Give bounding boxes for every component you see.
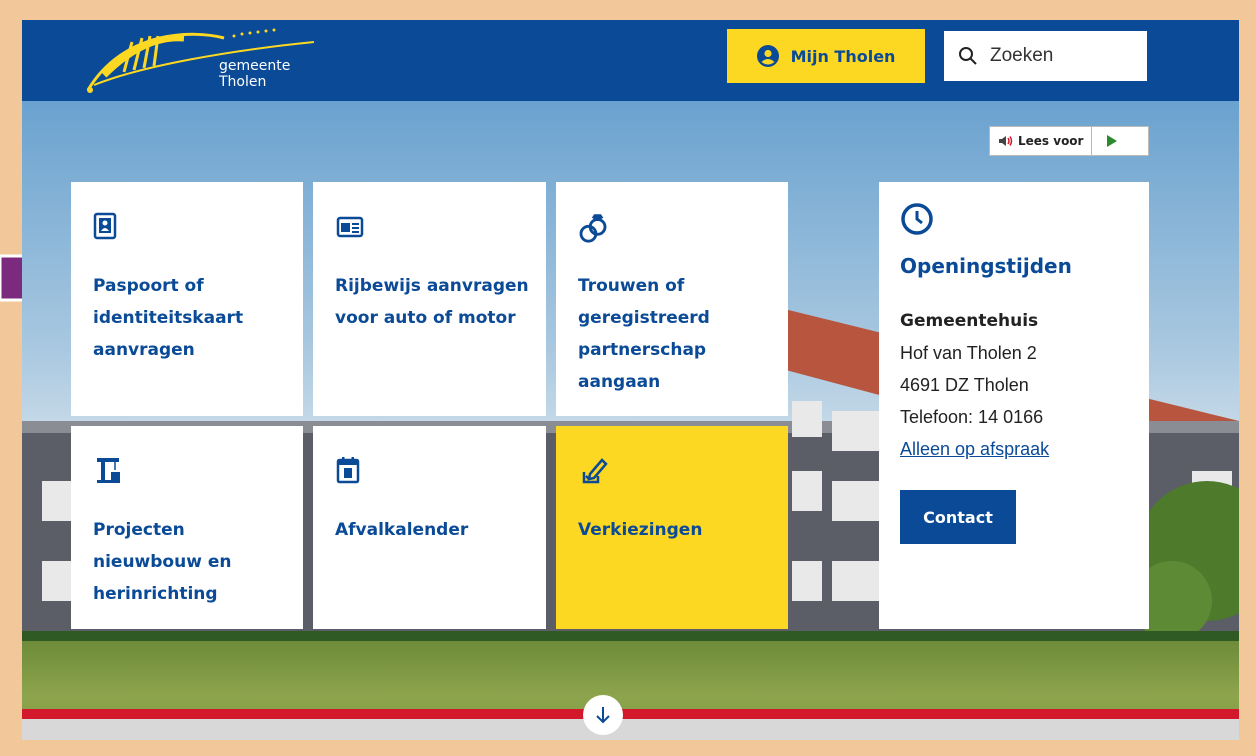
browser-frame: gemeente Tholen Mijn Tholen Zoeken Lees … [22, 20, 1239, 740]
id-card-icon [336, 216, 364, 238]
tile-title: Paspoort of identiteitskaart aanvragen [93, 276, 244, 360]
crane-icon [97, 458, 120, 483]
footer-red-line [22, 709, 1239, 719]
play-button[interactable] [1092, 127, 1132, 155]
tile-title: Rijbewijs aanvragen voor auto of motor [335, 276, 529, 328]
tile-title: Trouwen of geregistreerd partnerschap aa… [578, 276, 710, 392]
search-input[interactable] [990, 45, 1130, 67]
address-line-2: 4691 DZ Tholen [900, 375, 1029, 395]
search-box[interactable] [944, 31, 1147, 81]
rings-icon [579, 214, 607, 243]
search-icon[interactable] [958, 46, 978, 66]
tile-afvalkalender[interactable]: Afvalkalender [313, 426, 546, 629]
tile-trouwen[interactable]: Trouwen of geregistreerd partnerschap aa… [556, 182, 788, 416]
mijn-tholen-label: Mijn Tholen [790, 46, 896, 66]
appointment-link[interactable]: Alleen op afspraak [900, 439, 1049, 459]
ballot-icon [582, 458, 608, 484]
contact-info: Gemeentehuis Hof van Tholen 2 4691 DZ Th… [900, 304, 1049, 465]
speaker-icon [999, 136, 1013, 146]
read-aloud-label: Lees voor [1018, 134, 1084, 148]
calendar-icon [336, 457, 360, 484]
phone-number: Telefoon: 14 0166 [900, 407, 1044, 427]
contact-button[interactable]: Contact [900, 490, 1016, 544]
tile-paspoort[interactable]: Paspoort of identiteitskaart aanvragen [71, 182, 303, 416]
site-header: gemeente Tholen Mijn Tholen [22, 20, 1239, 101]
address-line-1: Hof van Tholen 2 [900, 343, 1037, 363]
municipality-logo[interactable]: gemeente Tholen [84, 20, 324, 101]
tile-rijbewijs[interactable]: Rijbewijs aanvragen voor auto of motor [313, 182, 546, 416]
clock-icon [901, 203, 933, 235]
tile-title: Afvalkalender [335, 520, 469, 540]
tile-title: Projecten nieuwbouw en herinrichting [93, 520, 232, 604]
footer-gray-bar [22, 719, 1239, 740]
building-name: Gemeentehuis [900, 311, 1039, 331]
read-aloud-widget[interactable]: Lees voor [989, 126, 1149, 156]
user-icon [756, 45, 779, 67]
arrow-down-icon [596, 707, 610, 724]
passport-icon [93, 212, 117, 240]
tile-verkiezingen[interactable]: Verkiezingen [556, 426, 788, 629]
tile-title: Verkiezingen [578, 520, 703, 540]
play-icon [1107, 135, 1118, 147]
opening-hours-title: Openingstijden [900, 254, 1072, 278]
tile-projecten[interactable]: Projecten nieuwbouw en herinrichting [71, 426, 303, 629]
read-aloud-button[interactable]: Lees voor [990, 127, 1093, 155]
scroll-down-button[interactable] [583, 695, 623, 735]
logo-text: gemeente Tholen [219, 58, 291, 90]
opening-hours-panel: Openingstijden Gemeentehuis Hof van Thol… [879, 182, 1149, 629]
mijn-tholen-button[interactable]: Mijn Tholen [727, 29, 925, 83]
